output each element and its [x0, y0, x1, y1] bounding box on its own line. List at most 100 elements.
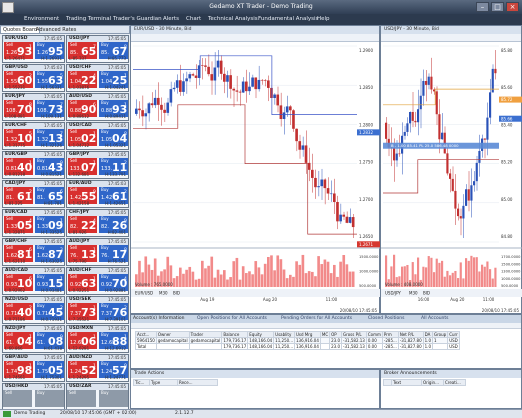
quote-tile[interactable]: CAD/JPY 17:45:05 Sell 81. 61 2 Buy 81. 65 6 L:81.2…	[2, 180, 65, 208]
volume-bar	[443, 276, 446, 287]
candle-body	[245, 81, 248, 92]
quote-tile[interactable]: GBP/CHF 17:45:05 Sell 1.62 81 6 Buy 1.62 87 3 L:1.…	[2, 238, 65, 266]
col-type[interactable]: Type	[149, 379, 178, 386]
tab-all-accounts[interactable]: All Accounts	[421, 315, 449, 323]
tile-high: H:7.39101	[105, 317, 126, 322]
chart-window-usdjpy[interactable]: USD/JPY - 30 Minute, Bid 85.80 85.60 85.40…	[380, 25, 522, 314]
eurusd-chart[interactable]: 1.2900 1.2850 1.2800 1.2750 1.2700 1.2650 1500…	[131, 42, 381, 315]
chart-timeframe-select[interactable]: M30	[159, 291, 168, 296]
quote-tile[interactable]: AUD/CHF 17:45:05 Sell 0.92 63 1 Buy 0.92 70 4 L:0.…	[66, 267, 129, 295]
quote-tile[interactable]: EUR/JPY 17:45:05 Sell 108. 70 8 Buy 108. 73 7 L:10…	[2, 93, 65, 121]
close-button[interactable]: ×	[506, 2, 519, 12]
chart-pair-select[interactable]: EUR/USD	[135, 291, 153, 296]
buy-price-fraction: 8	[124, 45, 127, 50]
quote-tile[interactable]: AUD/JPY 17:45:05 Sell 76. 13 1 Buy 76. 17 8 L:75.7…	[66, 238, 129, 266]
quote-tile[interactable]: GBP/AUD 17:45:05 Sell 1.74 98 1 Buy 1.75 05 1 L:1.…	[2, 354, 65, 382]
col-origin[interactable]: Origin...	[421, 379, 444, 386]
volume-bar	[339, 261, 342, 287]
chart-timeframe-select[interactable]: M30	[409, 291, 418, 296]
menu-chart[interactable]: Chart	[186, 16, 201, 22]
table-row[interactable]: 5964150 gedamocapital gedamocapital 179,736…	[135, 337, 460, 344]
tile-high: H:12.6912	[105, 346, 126, 351]
buy-price-fraction: 1	[60, 45, 63, 50]
menu-technical-analysis[interactable]: Technical Analysis	[208, 16, 258, 22]
quote-tile[interactable]: USD/MXN 17:45:05 Sell 12.65 06 1 Buy 12.65 88 1 L:…	[66, 325, 129, 353]
table-cell: 148,166.04	[247, 337, 275, 344]
chart-window-eurusd[interactable]: EUR/USD - 30 Minute, Bid 1.2900 1.2850 1.2…	[130, 25, 381, 315]
candle-body	[213, 67, 217, 81]
volume-bar	[175, 276, 179, 287]
buy-button[interactable]: Buy	[99, 390, 128, 407]
volume-bar	[223, 270, 226, 287]
status-datetime: 20/08/10 17:45:06 (GMT + 02:00)	[60, 411, 137, 416]
tab-open-positions-all[interactable]: Open Positions for All Accounts	[197, 315, 267, 323]
sell-button[interactable]: Sell	[3, 390, 32, 407]
minimize-button[interactable]: –	[476, 2, 489, 12]
table-row[interactable]: Total 179,736.17 148,166.04 11,250... 136,91…	[135, 343, 460, 350]
tab-account-info[interactable]: Account(s) Information	[133, 315, 185, 323]
volume-axis-label: 1700.0000	[501, 255, 521, 259]
quote-tile[interactable]: USD/SEK 17:45:05 Sell 7.37 73 1 Buy 7.37 76 2 L:7.…	[66, 296, 129, 324]
candle-body	[409, 112, 412, 124]
sell-price-fraction: 4	[93, 219, 96, 224]
usdjpy-chart[interactable]: 85.80 85.60 85.40 85.20 85.00 84.80 1700.0000 1…	[381, 42, 522, 315]
quote-tile[interactable]: GBP/JPY 17:45:05 Sell 133. 07 1 Buy 133. 11 2 L:13…	[66, 151, 129, 179]
tile-high: H:1.56331	[41, 85, 62, 90]
candle-body	[223, 73, 226, 82]
sell-label: Sell	[6, 303, 14, 308]
quote-tile[interactable]: USD/HKD 17:45:05 Sell Buy	[2, 383, 65, 409]
candle-body	[135, 108, 138, 114]
chart-pair-select[interactable]: USD/JPY	[385, 291, 401, 296]
chart-side-select[interactable]: BID	[173, 291, 180, 296]
menu-traders-guardian[interactable]: Trader's Guardian	[113, 16, 162, 22]
quote-tile[interactable]: USD/JPY 17:45:05 Sell 85. 65 7 Buy 85. 67 8 L:85.3…	[66, 35, 129, 63]
trade-actions-table: Tic... Type Rece...	[133, 379, 218, 386]
col-created[interactable]: Creati...	[443, 379, 466, 386]
menu-fundamental-analysis[interactable]: Fundamental Analysis	[258, 16, 318, 22]
price-badge-label: 85.66	[501, 116, 513, 121]
menu-environment[interactable]: Environment	[24, 16, 59, 22]
quotes-board-tabs: Quotes Board Advanced Rates	[0, 25, 130, 34]
price-axis-label: 1.2850	[359, 85, 373, 90]
quote-tile[interactable]: NZD/JPY 17:45:05 Sell 61. 04 1 Buy 61. 08 9 L:60.8…	[2, 325, 65, 353]
col-header[interactable]: Curr	[447, 331, 460, 338]
quote-tile[interactable]: AUD/NZD 17:45:05 Sell 1.24 52 1 Buy 1.24 57 9 L:1.…	[66, 354, 129, 382]
menu-help[interactable]: Help	[317, 16, 330, 22]
status-version: 2.1.12.7	[175, 411, 194, 416]
quote-tile[interactable]: EUR/GBP 17:45:05 Sell 0.81 40 1 Buy 0.81 43 9 L:0.…	[2, 151, 65, 179]
quote-tile[interactable]: USD/CAD 17:45:05 Sell 1.05 02 1 Buy 1.05 04 8 L:1.…	[66, 122, 129, 150]
quote-tile[interactable]: EUR/AUD 17:45:03 Sell 1.42 55 9 Buy 1.42 61 2 L:1.…	[66, 180, 129, 208]
tile-low: L:7.35521	[69, 317, 90, 322]
sell-button[interactable]: Sell	[67, 390, 96, 407]
col-received[interactable]: Rece...	[177, 379, 218, 386]
candle-body	[179, 80, 182, 92]
quote-tile[interactable]: USD/CHF 17:45:05 Sell 1.04 22 4 Buy 1.04 25 1 L:1.…	[66, 64, 129, 92]
quote-tile[interactable]: EUR/CAD 17:45:05 Sell 1.33 05 4 Buy 1.33 09 1 L:1.…	[2, 209, 65, 237]
quote-tile[interactable]: NZD/USD 17:45:05 Sell 0.71 40 2 Buy 0.71 45 2 L:0.…	[2, 296, 65, 324]
col-flag[interactable]	[383, 379, 392, 386]
quote-tile[interactable]: EUR/CHF 17:45:05 Sell 1.32 10 5 Buy 1.32 13 7 L:1.…	[2, 122, 65, 150]
quote-tile[interactable]: AUD/USD 17:45:05 Sell 0.88 90 6 Buy 0.88 93 1 L:0.…	[66, 93, 129, 121]
maximize-button[interactable]: □	[491, 2, 504, 12]
table-cell: 0.00	[365, 343, 383, 350]
volume-bar	[304, 273, 308, 287]
quote-tile[interactable]: GBP/USD 17:45:03 Sell 1.55 60 2 Buy 1.55 63 5 L:1.…	[2, 64, 65, 92]
quote-tile[interactable]: USD/ZAR 17:45:05 Sell Buy	[66, 383, 129, 409]
col-header[interactable]: Group	[431, 331, 449, 338]
quote-tile[interactable]: EUR/USD 17:45:05 Sell 1.26 93 1 Buy 1.26 95 1 L:1.…	[2, 35, 65, 63]
tab-pending-orders-all[interactable]: Pending Orders for All Accounts	[281, 315, 352, 323]
sell-price-fraction: 9	[93, 190, 96, 195]
chart-side-select[interactable]: BID	[423, 291, 430, 296]
quote-tile[interactable]: CHF/JPY 17:45:05 Sell 82. 22 4 Buy 82. 26 9 L:81.9…	[66, 209, 129, 237]
buy-button[interactable]: Buy	[35, 390, 64, 407]
col-text[interactable]: Text	[391, 379, 422, 386]
menu-trading-terminal[interactable]: Trading Terminal	[66, 16, 111, 22]
buy-label: Buy	[37, 245, 45, 250]
menu-alerts[interactable]: Alerts	[163, 16, 179, 22]
col-header[interactable]: Comm	[365, 331, 383, 338]
tab-closed-positions[interactable]: Closed Positions	[368, 315, 404, 323]
tab-advanced-rates[interactable]: Advanced Rates	[34, 27, 78, 33]
sell-label: Sell	[5, 390, 13, 395]
col-ticket[interactable]: Tic...	[133, 379, 150, 386]
quote-tile[interactable]: AUD/CAD 17:45:05 Sell 0.93 10 6 Buy 0.93 15 1 L:0.…	[2, 267, 65, 295]
